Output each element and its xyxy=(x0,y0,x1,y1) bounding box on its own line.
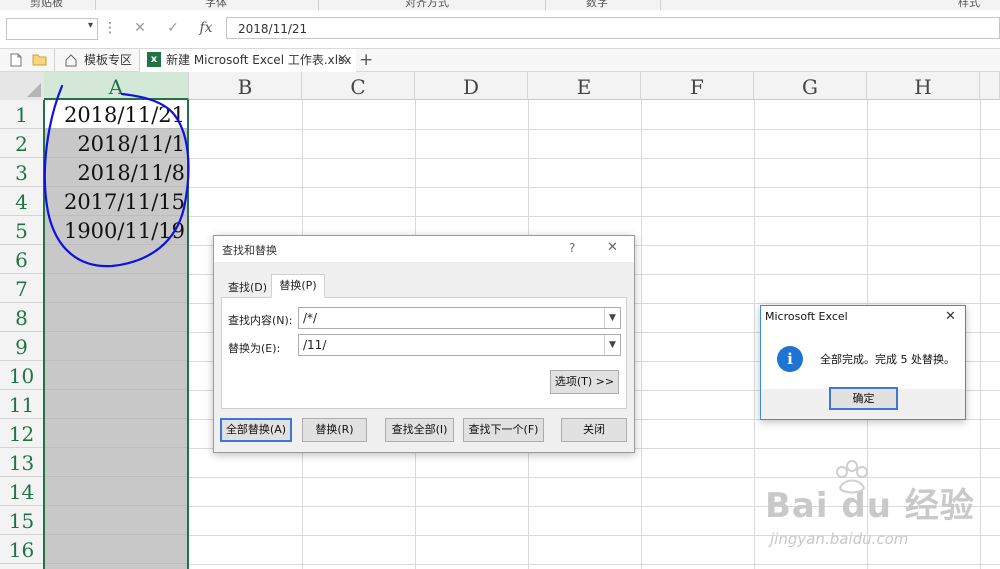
message-box: Microsoft Excel ✕ i 全部完成。完成 5 处替换。 确定 xyxy=(760,305,966,420)
more-icon: ⋮ xyxy=(103,20,117,36)
replace-with-field[interactable]: /11/ ▼ xyxy=(298,334,621,356)
replace-label: 替换为(E): xyxy=(228,342,281,355)
close-icon[interactable]: ✕ xyxy=(945,309,956,324)
close-button[interactable]: 关闭 xyxy=(561,418,627,442)
column-header-h[interactable]: H xyxy=(867,72,980,100)
close-tab-icon[interactable]: ✕ xyxy=(337,49,348,71)
cell-a12[interactable] xyxy=(44,419,189,448)
chevron-down-icon[interactable]: ▼ xyxy=(604,308,620,328)
cell-a4[interactable]: 2017/11/15 xyxy=(44,187,189,216)
message-title: Microsoft Excel xyxy=(765,310,848,323)
row-header-7[interactable]: 7 xyxy=(0,274,44,303)
row-header-11[interactable]: 11 xyxy=(0,390,44,419)
folder-icon[interactable] xyxy=(32,53,47,66)
cell-a2[interactable]: 2018/11/1 xyxy=(44,129,189,158)
replace-all-button[interactable]: 全部替换(A) xyxy=(220,418,292,442)
info-icon: i xyxy=(777,346,803,372)
chevron-down-icon[interactable]: ▼ xyxy=(604,335,620,355)
find-next-button[interactable]: 查找下一个(F) xyxy=(463,418,544,442)
column-header-b[interactable]: B xyxy=(189,72,302,100)
row-header-9[interactable]: 9 xyxy=(0,332,44,361)
close-icon[interactable]: ✕ xyxy=(607,240,618,255)
ribbon-group-alignment: 对齐方式 xyxy=(405,0,449,9)
cell-a3[interactable]: 2018/11/8 xyxy=(44,158,189,187)
cell-a9[interactable] xyxy=(44,332,189,361)
add-tab-icon[interactable]: + xyxy=(359,49,373,71)
paw-icon xyxy=(836,460,868,494)
cell-a16[interactable] xyxy=(44,535,189,564)
column-header-g[interactable]: G xyxy=(754,72,867,100)
row-header-2[interactable]: 2 xyxy=(0,129,44,158)
name-box[interactable]: ▾ xyxy=(6,18,98,40)
tab-template-zone[interactable]: 模板专区 xyxy=(84,49,132,71)
replace-button[interactable]: 替换(R) xyxy=(302,418,367,442)
help-icon[interactable]: ? xyxy=(569,241,575,255)
cell-a6[interactable] xyxy=(44,245,189,274)
row-header-6[interactable]: 6 xyxy=(0,245,44,274)
find-all-button[interactable]: 查找全部(I) xyxy=(385,418,454,442)
new-file-icon[interactable] xyxy=(10,53,22,67)
formula-input[interactable]: 2018/11/21 xyxy=(226,17,1000,39)
ribbon-group-clipboard: 剪贴板 xyxy=(30,0,63,9)
cell-a8[interactable] xyxy=(44,303,189,332)
ok-button[interactable]: 确定 xyxy=(829,387,898,410)
cell-a5[interactable]: 1900/11/19 xyxy=(44,216,189,245)
ribbon-group-styles: 样式 xyxy=(958,0,980,9)
row-header-4[interactable]: 4 xyxy=(0,187,44,216)
cell-a10[interactable] xyxy=(44,361,189,390)
row-header-3[interactable]: 3 xyxy=(0,158,44,187)
tab-workbook[interactable]: 新建 Microsoft Excel 工作表.xlsx xyxy=(166,49,351,71)
row-header-14[interactable]: 14 xyxy=(0,477,44,506)
column-header-f[interactable]: F xyxy=(641,72,754,100)
row-header-8[interactable]: 8 xyxy=(0,303,44,332)
tab-replace[interactable]: 替换(P) xyxy=(271,274,325,298)
row-header-15[interactable]: 15 xyxy=(0,506,44,535)
cell-a7[interactable] xyxy=(44,274,189,303)
home-icon[interactable] xyxy=(64,53,78,67)
excel-file-icon: x xyxy=(147,52,161,67)
column-header-d[interactable]: D xyxy=(415,72,528,100)
enter-icon[interactable]: ✓ xyxy=(163,18,183,38)
cell-a15[interactable] xyxy=(44,506,189,535)
chevron-down-icon[interactable]: ▾ xyxy=(88,20,93,31)
row-header-5[interactable]: 5 xyxy=(0,216,44,245)
row-header-12[interactable]: 12 xyxy=(0,419,44,448)
row-header-1[interactable]: 1 xyxy=(0,100,44,129)
cell-a14[interactable] xyxy=(44,477,189,506)
options-button[interactable]: 选项(T) >> xyxy=(550,370,619,394)
row-header-16[interactable]: 16 xyxy=(0,535,44,564)
ribbon-group-number: 数字 xyxy=(586,0,608,9)
cell-a1[interactable]: 2018/11/21 xyxy=(44,100,189,129)
column-header-c[interactable]: C xyxy=(302,72,415,100)
column-header-a[interactable]: A xyxy=(44,72,189,100)
select-all-corner[interactable] xyxy=(0,72,45,101)
cell-a13[interactable] xyxy=(44,448,189,477)
watermark-url: jingyan.baidu.com xyxy=(770,530,909,548)
dialog-title: 查找和替换 xyxy=(222,244,277,257)
ribbon-group-font: 字体 xyxy=(205,0,227,9)
find-replace-dialog: 查找和替换 ? ✕ 查找(D) 替换(P) 查找内容(N): /*/ ▼ 替换为… xyxy=(213,235,635,453)
find-what-field[interactable]: /*/ ▼ xyxy=(298,307,621,329)
column-header-e[interactable]: E xyxy=(528,72,641,100)
cancel-icon[interactable]: ✕ xyxy=(130,18,150,38)
message-text: 全部完成。完成 5 处替换。 xyxy=(820,353,955,366)
tab-find[interactable]: 查找(D) xyxy=(224,278,271,298)
find-label: 查找内容(N): xyxy=(228,314,293,327)
row-header-13[interactable]: 13 xyxy=(0,448,44,477)
row-header-10[interactable]: 10 xyxy=(0,361,44,390)
cell-a11[interactable] xyxy=(44,390,189,419)
insert-function-icon[interactable]: fx xyxy=(195,18,217,38)
